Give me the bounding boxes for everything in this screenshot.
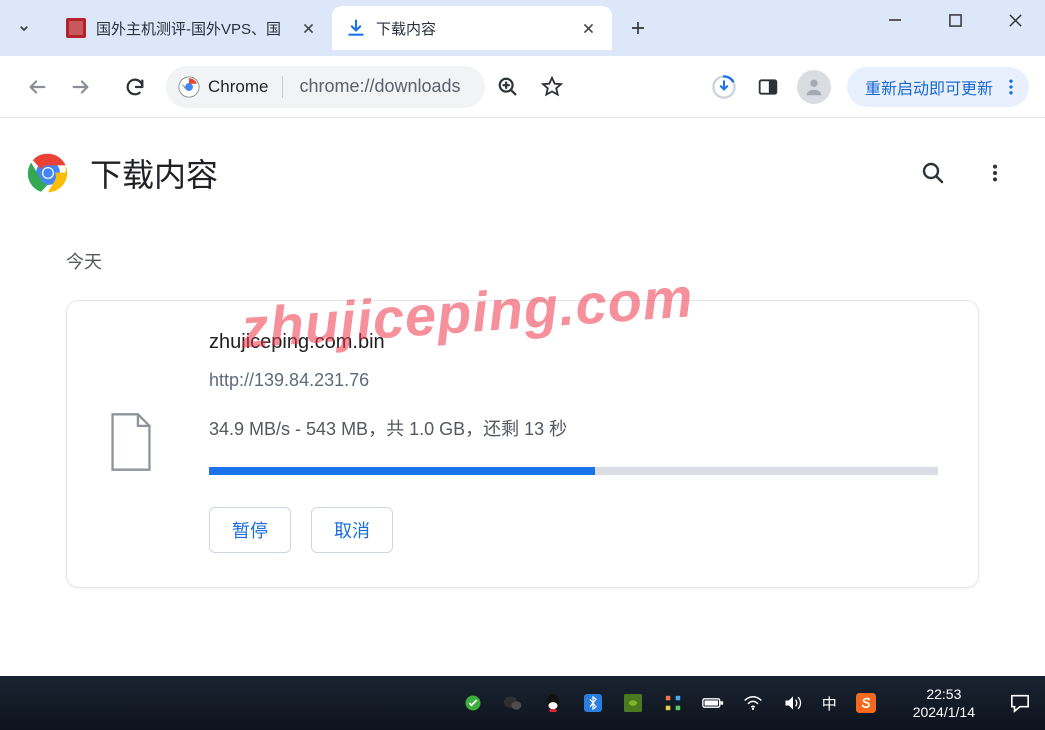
user-icon bbox=[803, 76, 825, 98]
address-text: chrome://downloads bbox=[283, 76, 476, 97]
tab-zhujiceping[interactable]: 国外主机测评-国外VPS、国 bbox=[52, 6, 332, 50]
arrow-left-icon bbox=[26, 76, 48, 98]
chrome-logo-icon bbox=[28, 153, 68, 193]
new-tab-button[interactable] bbox=[620, 10, 656, 46]
reload-icon bbox=[124, 76, 146, 98]
tab-close-button[interactable] bbox=[578, 18, 598, 38]
download-progress-bar bbox=[209, 467, 938, 475]
update-label: 重新启动即可更新 bbox=[865, 75, 993, 99]
downloads-page: 下载内容 今天 zhujiceping.com.bin http://139.8… bbox=[0, 118, 1045, 676]
tab-title: 国外主机测评-国外VPS、国 bbox=[96, 18, 290, 39]
kebab-icon bbox=[984, 162, 1006, 184]
back-button[interactable] bbox=[16, 66, 58, 108]
file-icon bbox=[107, 412, 155, 472]
update-relaunch-chip[interactable]: 重新启动即可更新 bbox=[847, 67, 1029, 107]
clock-time: 22:53 bbox=[913, 685, 975, 703]
search-icon bbox=[921, 161, 945, 185]
zoom-icon bbox=[497, 76, 519, 98]
download-progress-icon bbox=[711, 74, 737, 100]
tray-sogou-icon[interactable] bbox=[855, 692, 877, 714]
section-today-label: 今天 bbox=[0, 228, 1045, 282]
tab-downloads[interactable]: 下载内容 bbox=[332, 6, 612, 50]
tray-nvidia-icon[interactable] bbox=[622, 692, 644, 714]
page-header: 下载内容 bbox=[0, 118, 1045, 228]
window-close-button[interactable] bbox=[985, 0, 1045, 40]
download-status: 34.9 MB/s - 543 MB，共 1.0 GB，还剩 13 秒 bbox=[209, 415, 938, 441]
reload-button[interactable] bbox=[114, 66, 156, 108]
tray-volume-icon[interactable] bbox=[782, 692, 804, 714]
downloads-menu-button[interactable] bbox=[973, 151, 1017, 195]
window-maximize-button[interactable] bbox=[925, 0, 985, 40]
star-icon bbox=[541, 76, 563, 98]
tray-qq-icon[interactable] bbox=[542, 692, 564, 714]
favicon-zhujiceping bbox=[66, 18, 86, 38]
close-icon bbox=[1008, 13, 1023, 28]
arrow-right-icon bbox=[70, 76, 92, 98]
minimize-icon bbox=[888, 13, 902, 27]
close-icon bbox=[582, 22, 595, 35]
tray-apps-icon[interactable] bbox=[662, 692, 684, 714]
download-progress-fill bbox=[209, 467, 595, 475]
search-downloads-button[interactable] bbox=[911, 151, 955, 195]
tab-title: 下载内容 bbox=[376, 18, 570, 39]
bookmark-button[interactable] bbox=[531, 66, 573, 108]
plus-icon bbox=[629, 19, 647, 37]
zoom-button[interactable] bbox=[487, 66, 529, 108]
chrome-chip-label: Chrome bbox=[208, 77, 268, 97]
page-title: 下载内容 bbox=[90, 150, 911, 196]
tray-bluetooth-icon[interactable] bbox=[582, 692, 604, 714]
maximize-icon bbox=[949, 14, 962, 27]
browser-toolbar: Chrome chrome://downloads 重新启动即可更新 bbox=[0, 56, 1045, 118]
taskbar-clock[interactable]: 22:53 2024/1/14 bbox=[913, 685, 975, 721]
clock-date: 2024/1/14 bbox=[913, 703, 975, 721]
profile-avatar-button[interactable] bbox=[797, 70, 831, 104]
pause-button[interactable]: 暂停 bbox=[209, 507, 291, 553]
taskbar-notifications-button[interactable] bbox=[1009, 692, 1031, 714]
kebab-icon[interactable] bbox=[1001, 77, 1021, 97]
close-icon bbox=[302, 22, 315, 35]
tray-wechat-icon[interactable] bbox=[502, 692, 524, 714]
download-card: zhujiceping.com.bin http://139.84.231.76… bbox=[66, 300, 979, 588]
side-panel-icon bbox=[758, 77, 778, 97]
cancel-button[interactable]: 取消 bbox=[311, 507, 393, 553]
download-url[interactable]: http://139.84.231.76 bbox=[209, 370, 938, 391]
forward-button[interactable] bbox=[60, 66, 102, 108]
download-icon bbox=[346, 18, 366, 38]
chrome-chip: Chrome bbox=[178, 76, 283, 98]
tray-ime-indicator[interactable]: 中 bbox=[822, 692, 837, 714]
chrome-icon bbox=[178, 76, 200, 98]
tab-close-button[interactable] bbox=[298, 18, 318, 38]
system-tray: 中 22:53 2024/1/14 bbox=[462, 685, 1031, 721]
download-filename: zhujiceping.com.bin bbox=[209, 331, 938, 354]
window-controls bbox=[865, 0, 1045, 56]
windows-taskbar[interactable]: 中 22:53 2024/1/14 bbox=[0, 676, 1045, 730]
address-bar[interactable]: Chrome chrome://downloads bbox=[166, 66, 485, 108]
tray-wifi-icon[interactable] bbox=[742, 692, 764, 714]
tray-power-icon[interactable] bbox=[702, 692, 724, 714]
window-minimize-button[interactable] bbox=[865, 0, 925, 40]
side-panel-button[interactable] bbox=[747, 66, 789, 108]
downloads-button[interactable] bbox=[703, 66, 745, 108]
titlebar-tabstrip: 国外主机测评-国外VPS、国 下载内容 bbox=[0, 0, 1045, 56]
tray-shield-icon[interactable] bbox=[462, 692, 484, 714]
tab-search-button[interactable] bbox=[4, 8, 44, 48]
chevron-down-icon bbox=[16, 20, 32, 36]
